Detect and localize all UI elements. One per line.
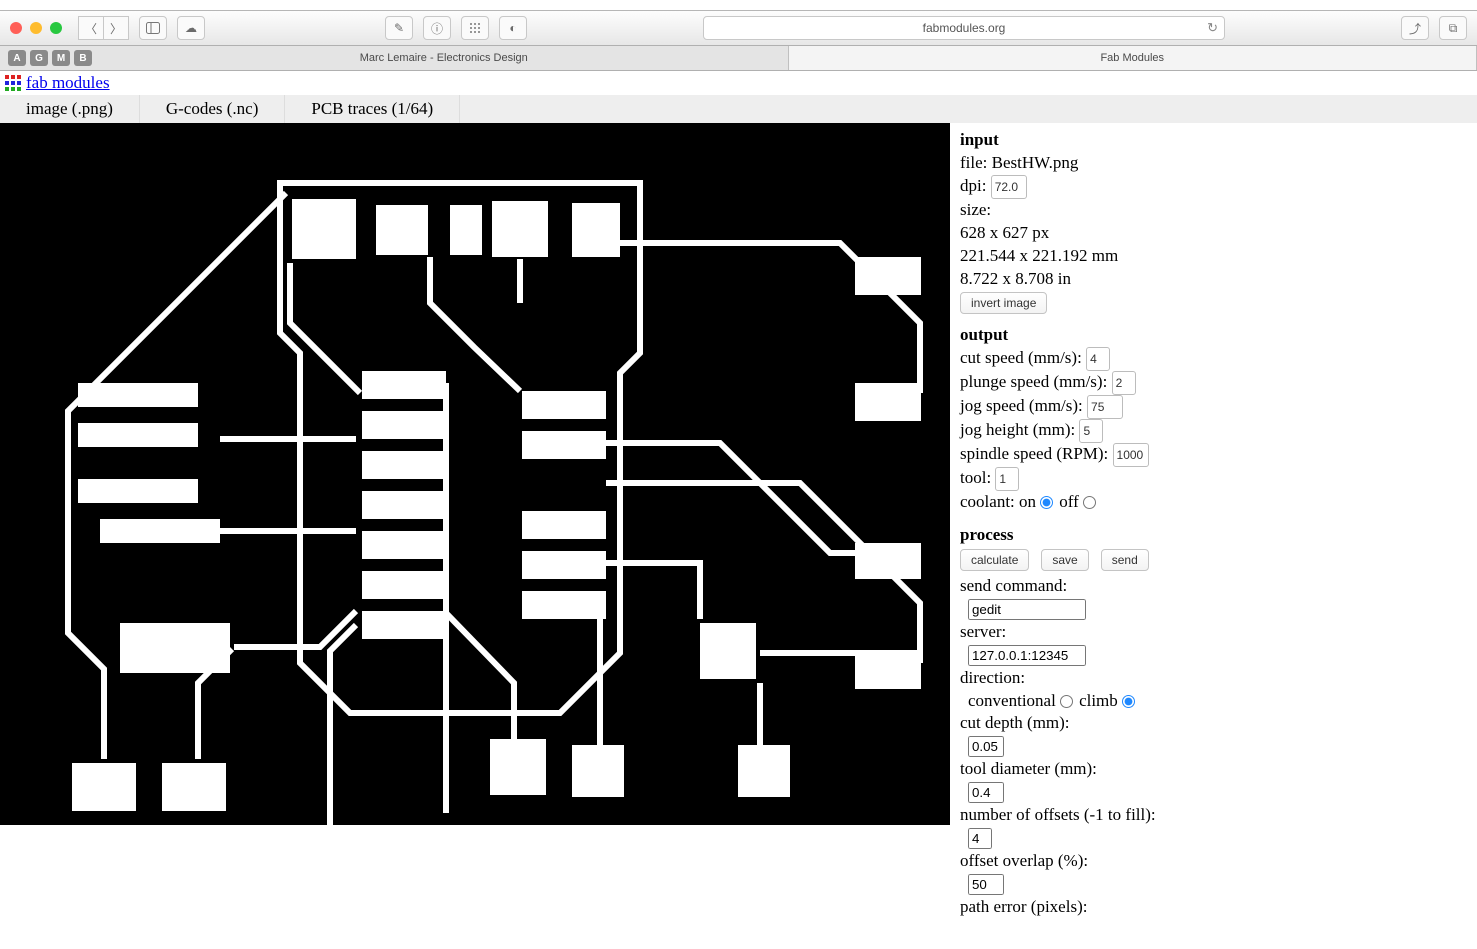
minimize-window-icon[interactable] [30,22,42,34]
grid-icon [469,22,481,34]
calculate-button[interactable]: calculate [960,549,1029,571]
size-in: 8.722 x 8.708 in [960,269,1071,288]
direction-conventional-radio[interactable] [1060,695,1073,708]
send-command-input[interactable] [968,599,1086,620]
info-button[interactable]: ⓘ [423,16,451,40]
reload-icon[interactable]: ↻ [1207,20,1218,36]
tabs-button[interactable]: ⧉ [1439,16,1467,40]
cut-depth-input[interactable] [968,736,1004,757]
contrast-button[interactable]: ◐ [499,16,527,40]
size-mm: 221.544 x 221.192 mm [960,246,1118,265]
cut-speed-input[interactable] [1086,347,1110,371]
coolant-off-radio[interactable] [1083,496,1096,509]
browser-tabstrip: A G M B Marc Lemaire - Electronics Desig… [0,46,1477,71]
size-px: 628 x 627 px [960,223,1049,242]
fab-logo-icon [4,74,22,92]
input-heading: input [960,130,999,149]
pcb-svg [0,123,950,825]
close-window-icon[interactable] [10,22,22,34]
invert-image-button[interactable]: invert image [960,292,1047,314]
share-button[interactable]: ⤴ [1401,16,1429,40]
window-controls[interactable] [10,22,62,34]
mode-output[interactable]: G-codes (.nc) [140,95,286,123]
plunge-speed-input[interactable] [1112,371,1136,395]
mode-tabs: image (.png) G-codes (.nc) PCB traces (1… [0,95,1477,123]
mode-input[interactable]: image (.png) [0,95,140,123]
pinned-tabs: A G M B [0,46,100,70]
process-section: process calculate save send send command… [960,524,1156,919]
input-section: input file: BestHW.png dpi: size: 628 x … [960,129,1156,314]
back-button[interactable]: 〈 [78,16,103,40]
tab-fab-modules[interactable]: Fab Modules [789,46,1477,70]
tab-electronics-design[interactable]: Marc Lemaire - Electronics Design [100,46,789,70]
pinned-tab-a[interactable]: A [8,50,26,66]
sidebar-button[interactable] [139,16,167,40]
brand-link[interactable]: fab modules [26,73,110,93]
jog-height-input[interactable] [1079,419,1103,443]
sidebar-icon [146,22,160,34]
pinned-tab-m[interactable]: M [52,50,70,66]
pinned-tab-b[interactable]: B [74,50,92,66]
tool-diameter-input[interactable] [968,782,1004,803]
url-text: fabmodules.org [923,21,1006,35]
dpi-input[interactable] [991,175,1027,199]
output-heading: output [960,325,1008,344]
server-input[interactable] [968,645,1086,666]
file-name: BestHW.png [992,153,1079,172]
save-button[interactable]: save [1041,549,1088,571]
pinned-tab-g[interactable]: G [30,50,48,66]
overlap-input[interactable] [968,874,1004,895]
side-panel: input file: BestHW.png dpi: size: 628 x … [950,123,1166,949]
pcb-preview[interactable] [0,123,950,825]
forward-button[interactable]: 〉 [103,16,129,40]
jog-speed-input[interactable] [1087,395,1123,419]
mode-process[interactable]: PCB traces (1/64) [285,95,460,123]
direction-climb-radio[interactable] [1122,695,1135,708]
send-button[interactable]: send [1101,549,1149,571]
tool-input[interactable] [995,467,1019,491]
coolant-on-radio[interactable] [1040,496,1053,509]
grid-button[interactable] [461,16,489,40]
fullscreen-window-icon[interactable] [50,22,62,34]
address-bar[interactable]: fabmodules.org ↻ [703,16,1225,40]
process-heading: process [960,525,1014,544]
cloud-button[interactable]: ☁︎ [177,16,205,40]
offsets-input[interactable] [968,828,992,849]
spindle-speed-input[interactable] [1113,443,1149,467]
browser-toolbar: 〈 〉 ☁︎ ✎ ⓘ ◐ fabmodules.org ↻ ⤴ ⧉ [0,11,1477,46]
brand: fab modules [0,71,1477,95]
compose-button[interactable]: ✎ [385,16,413,40]
output-section: output cut speed (mm/s): plunge speed (m… [960,324,1156,514]
